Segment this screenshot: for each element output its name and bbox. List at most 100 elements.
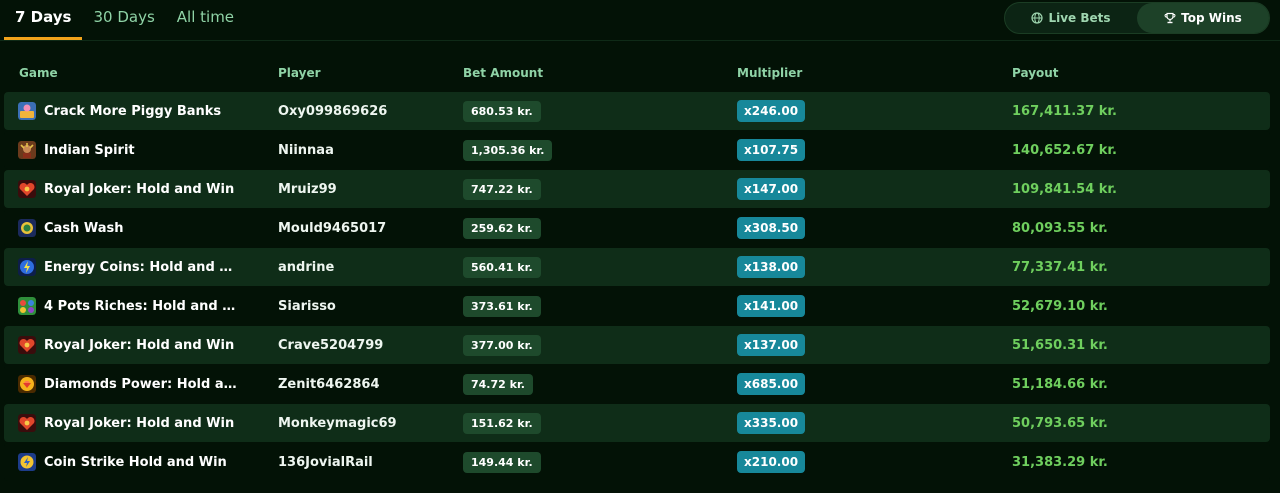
multiplier-cell: x138.00 [737,248,806,286]
top-wins-button[interactable]: Top Wins [1137,3,1269,33]
multiplier-badge: x335.00 [737,412,806,434]
royal-joker-game-icon [18,414,36,432]
game-name-link[interactable]: Royal Joker: Hold and Win [44,182,234,197]
table-row[interactable]: Diamonds Power: Hold and ... Zenit6462864… [4,365,1270,403]
game-cell: Energy Coins: Hold and Win [18,248,248,286]
bet-amount-badge: 149.44 kr. [463,451,541,473]
coin-strike-game-icon [18,453,36,471]
wins-table-body: Crack More Piggy Banks Oxy099869626 680.53… [4,92,1270,482]
payout-value: 77,337.41 kr. [1012,259,1108,275]
player-cell: Mould9465017 [278,209,386,247]
player-name: Mould9465017 [278,220,387,236]
live-bets-button[interactable]: Live Bets [1005,3,1137,33]
multiplier-badge: x141.00 [737,295,806,317]
bet-cell: 377.00 kr. [463,326,541,364]
trophy-icon [1164,12,1176,24]
payout-value: 50,793.65 kr. [1012,415,1108,431]
payout-cell: 51,184.66 kr. [1012,365,1108,403]
bet-amount-badge: 74.72 kr. [463,373,533,395]
player-cell: Siarisso [278,287,336,325]
column-header-multiplier: Multiplier [737,66,803,80]
payout-value: 52,679.10 kr. [1012,298,1108,314]
game-name-link[interactable]: 4 Pots Riches: Hold and Win [44,299,244,314]
bet-amount-badge: 747.22 kr. [463,178,541,200]
bet-cell: 747.22 kr. [463,170,541,208]
tab-7-days[interactable]: 7 Days [4,0,83,40]
table-row[interactable]: Indian Spirit Niinnaa 1,305.36 kr. x107.75 1… [4,131,1270,169]
payout-value: 31,383.29 kr. [1012,454,1108,470]
multiplier-cell: x685.00 [737,365,806,403]
game-name-link[interactable]: Indian Spirit [44,143,135,158]
table-row[interactable]: Royal Joker: Hold and Win Crave5204799 377… [4,326,1270,364]
game-name-link[interactable]: Coin Strike Hold and Win [44,455,227,470]
payout-cell: 31,383.29 kr. [1012,443,1108,481]
game-name-link[interactable]: Diamonds Power: Hold and ... [44,377,244,392]
game-cell: Diamonds Power: Hold and ... [18,365,248,403]
payout-cell: 109,841.54 kr. [1012,170,1117,208]
player-name: andrine [278,259,335,275]
game-cell: Royal Joker: Hold and Win [18,170,248,208]
top-bar: 7 Days 30 Days All time Live Bets Top Wi… [0,0,1280,41]
bet-cell: 151.62 kr. [463,404,541,442]
game-cell: Royal Joker: Hold and Win [18,326,248,364]
multiplier-cell: x141.00 [737,287,806,325]
player-cell: Monkeymagic69 [278,404,397,442]
column-header-player: Player [278,66,321,80]
bet-cell: 1,305.36 kr. [463,131,553,169]
indian-spirit-game-icon [18,141,36,159]
bet-amount-badge: 560.41 kr. [463,256,541,278]
cash-wash-game-icon [18,219,36,237]
game-cell: Crack More Piggy Banks [18,92,248,130]
bet-amount-badge: 151.62 kr. [463,412,541,434]
tab-all-time[interactable]: All time [166,0,245,37]
player-cell: Crave5204799 [278,326,383,364]
bet-cell: 560.41 kr. [463,248,541,286]
player-cell: Mruiz99 [278,170,337,208]
multiplier-badge: x308.50 [737,217,806,239]
game-name-link[interactable]: Energy Coins: Hold and Win [44,260,244,275]
multiplier-badge: x137.00 [737,334,806,356]
tab-30-days[interactable]: 30 Days [82,0,165,37]
table-row[interactable]: Crack More Piggy Banks Oxy099869626 680.53… [4,92,1270,130]
payout-cell: 77,337.41 kr. [1012,248,1108,286]
table-row[interactable]: Cash Wash Mould9465017 259.62 kr. x308.50 80… [4,209,1270,247]
game-name-link[interactable]: Crack More Piggy Banks [44,104,221,119]
multiplier-cell: x246.00 [737,92,806,130]
period-tabs: 7 Days 30 Days All time [4,0,245,40]
top-wins-page: 7 Days 30 Days All time Live Bets Top Wi… [0,0,1280,493]
table-row[interactable]: Royal Joker: Hold and Win Monkeymagic69 15… [4,404,1270,442]
bet-cell: 259.62 kr. [463,209,541,247]
multiplier-badge: x138.00 [737,256,806,278]
payout-value: 140,652.67 kr. [1012,142,1117,158]
table-header: Game Player Bet Amount Multiplier Payout [4,60,1270,86]
table-row[interactable]: 4 Pots Riches: Hold and Win Siarisso 373.6… [4,287,1270,325]
multiplier-badge: x147.00 [737,178,806,200]
bet-amount-badge: 259.62 kr. [463,217,541,239]
multiplier-cell: x147.00 [737,170,806,208]
multiplier-badge: x246.00 [737,100,806,122]
bet-cell: 149.44 kr. [463,443,541,481]
game-name-link[interactable]: Royal Joker: Hold and Win [44,338,234,353]
bet-amount-badge: 1,305.36 kr. [463,139,553,161]
game-name-link[interactable]: Royal Joker: Hold and Win [44,416,234,431]
table-row[interactable]: Royal Joker: Hold and Win Mruiz99 747.22 k… [4,170,1270,208]
multiplier-badge: x685.00 [737,373,806,395]
pots-riches-game-icon [18,297,36,315]
bets-toggle: Live Bets Top Wins [1004,2,1270,34]
player-name: Mruiz99 [278,181,337,197]
multiplier-cell: x335.00 [737,404,806,442]
table-row[interactable]: Coin Strike Hold and Win 136JovialRail 149… [4,443,1270,481]
game-name-link[interactable]: Cash Wash [44,221,123,236]
payout-cell: 140,652.67 kr. [1012,131,1117,169]
payout-value: 109,841.54 kr. [1012,181,1117,197]
payout-value: 80,093.55 kr. [1012,220,1108,236]
player-name: Monkeymagic69 [278,415,397,431]
live-bets-label: Live Bets [1048,11,1111,25]
game-cell: 4 Pots Riches: Hold and Win [18,287,248,325]
bet-cell: 74.72 kr. [463,365,533,403]
multiplier-badge: x210.00 [737,451,806,473]
bet-amount-badge: 680.53 kr. [463,100,541,122]
player-cell: 136JovialRail [278,443,373,481]
table-row[interactable]: Energy Coins: Hold and Win andrine 560.41 … [4,248,1270,286]
payout-cell: 80,093.55 kr. [1012,209,1108,247]
